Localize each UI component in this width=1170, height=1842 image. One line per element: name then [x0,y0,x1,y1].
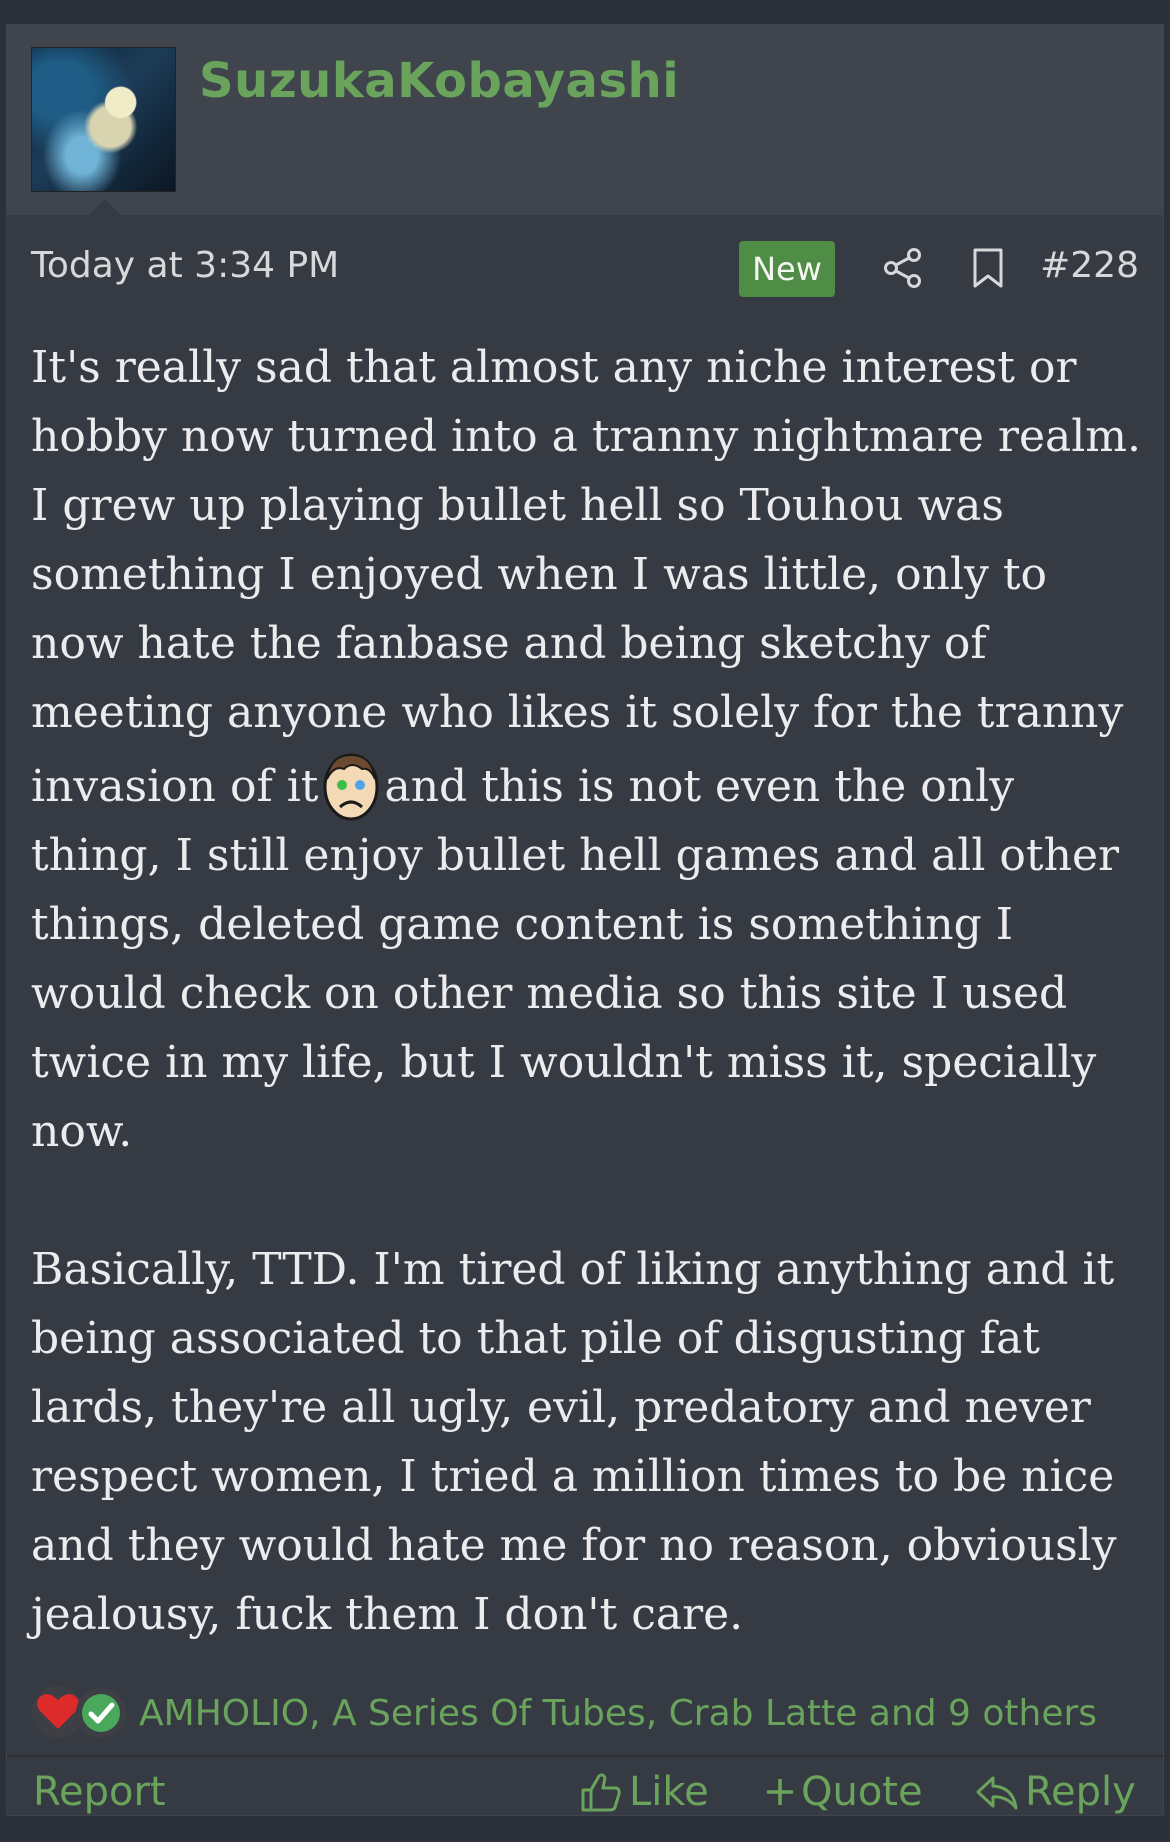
thumbs-up-icon [581,1773,621,1812]
post-number-link[interactable]: #228 [1040,245,1139,286]
post-paragraph-2: Basically, TTD. I'm tired of liking anyt… [31,1244,1117,1640]
share-icon[interactable] [883,247,923,289]
reaction-users-link[interactable]: AMHOLIO, A Series Of Tubes, Crab Latte a… [139,1693,1097,1734]
username-link[interactable]: SuzukaKobayashi [199,53,679,109]
post-header: SuzukaKobayashi [7,25,1163,215]
bookmark-icon[interactable] [971,247,1005,289]
report-button[interactable]: Report [33,1769,166,1815]
header-notch [89,199,121,215]
reply-icon [976,1776,1018,1810]
avatar[interactable] [31,47,176,192]
report-label: Report [33,1769,166,1815]
like-label: Like [629,1769,709,1815]
quote-button[interactable]: Quote [765,1769,923,1815]
paragraph-1-part-1: It's really sad that almost any niche in… [31,342,1142,812]
post-actions: Report Like Quote Reply [7,1757,1163,1817]
post-paragraph-1: It's really sad that almost any niche in… [31,333,1151,1166]
reply-button[interactable]: Reply [975,1769,1136,1815]
check-icon[interactable] [75,1687,127,1739]
plus-icon [767,1779,793,1805]
like-button[interactable]: Like [579,1769,709,1815]
new-badge: New [739,241,835,297]
sad-face-emoji-icon [323,753,379,821]
post-body: It's really sad that almost any niche in… [31,333,1151,1649]
paragraph-1-part-2: and this is not even the only thing, I s… [31,761,1120,1157]
reply-label: Reply [1025,1769,1136,1815]
post-meta: Today at 3:34 PM New #228 [31,239,1139,299]
reactions-bar: AMHOLIO, A Series Of Tubes, Crab Latte a… [31,1685,1151,1741]
post-card: SuzukaKobayashi Today at 3:34 PM New #22… [6,24,1164,1816]
quote-label: Quote [801,1769,923,1815]
post-timestamp[interactable]: Today at 3:34 PM [31,245,339,286]
